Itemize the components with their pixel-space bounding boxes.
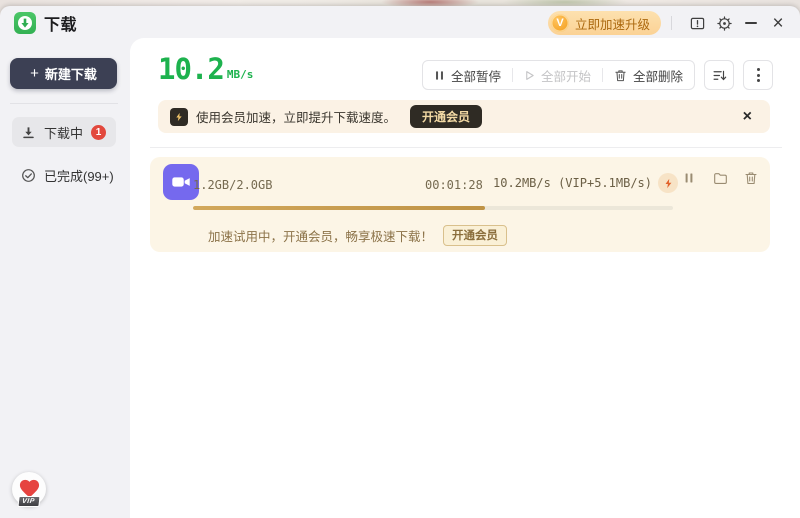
minimize-icon [745,22,757,24]
pause-icon [435,70,443,80]
trash-icon [615,69,626,81]
task-progress-bar [193,206,673,210]
total-speed-value: 10.2 [158,52,225,86]
titlebar-right: V 立即加速升级 × [547,11,790,35]
task-open-folder-button[interactable] [711,169,729,187]
play-icon [526,70,534,80]
main-panel: 10.2 MB/s 全部暂停 全部开始 全部删除 使用会员加速，立即提升下载速度… [130,38,800,518]
task-delete-button[interactable] [742,169,760,187]
pause-icon [685,173,693,183]
task-remaining-time: 00:01:28 [425,178,483,192]
sidebar-item-label: 下载中 [44,125,84,141]
gear-icon [716,15,732,31]
sidebar-item-downloading[interactable]: 下载中 1 [12,117,116,147]
app-window: 下载 V 立即加速升级 × + 新建下载 下载中 1 已完成(99+) VIP … [0,6,800,518]
sidebar-divider [10,103,118,104]
new-download-label: 新建下载 [44,67,97,82]
downloading-count-badge: 1 [91,124,107,140]
vip-v-badge-icon: V [550,14,569,32]
list-toolbar: 全部暂停 全部开始 全部删除 [421,60,773,90]
sidebar: + 新建下载 下载中 1 已完成(99+) VIP [0,38,130,518]
banner-lightning-icon [170,107,188,126]
task-actions [680,169,760,187]
desktop-wallpaper: 下载 V 立即加速升级 × + 新建下载 下载中 1 已完成(99+) VIP … [0,0,800,518]
task-pause-button[interactable] [680,169,698,187]
more-dots-icon [756,68,760,82]
titlebar-divider [671,16,672,30]
banner-open-vip-button[interactable]: 开通会员 [410,105,483,128]
banner-close-button[interactable]: × [739,107,756,127]
delete-all-button[interactable]: 全部删除 [603,61,694,89]
plus-icon: + [30,65,39,82]
upgrade-now-label: 立即加速升级 [574,17,650,32]
total-speed-unit: MB/s [226,68,254,81]
membership-banner: 使用会员加速，立即提升下载速度。 开通会员 × [158,100,770,133]
total-speed: 10.2 MB/s [158,54,253,84]
trial-open-vip-button[interactable]: 开通会员 [443,224,508,246]
sidebar-item-label: 已完成(99+) [44,168,114,184]
start-all-label: 全部开始 [540,69,591,84]
sort-icon [713,70,726,80]
titlebar: 下载 V 立即加速升级 × [0,6,800,40]
banner-message: 使用会员加速，立即提升下载速度。 [196,111,397,125]
close-icon: × [772,12,784,34]
list-divider [150,147,782,148]
pause-all-label: 全部暂停 [450,69,501,84]
downloading-icon [23,126,34,138]
task-progress-fill [193,206,485,210]
vip-tag-badge: VIP [17,496,41,507]
close-button[interactable]: × [766,11,790,35]
feedback-button[interactable] [685,11,709,35]
start-all-button[interactable]: 全部开始 [513,61,602,89]
feedback-icon [690,17,704,29]
check-circle-icon [22,168,35,182]
settings-button[interactable] [712,11,736,35]
vip-heart-button[interactable]: VIP [12,472,46,507]
folder-icon [713,172,727,184]
boost-lightning-icon [658,173,678,193]
trial-message: 加速试用中，开通会员，畅享极速下载！ [208,229,434,244]
task-speed: 10.2MB/s (VIP+5.1MB/s) [493,173,678,193]
upgrade-now-button[interactable]: V 立即加速升级 [547,11,661,35]
task-speed-text: 10.2MB/s (VIP+5.1MB/s) [493,176,652,190]
download-task-row[interactable]: 1.2GB/2.0GB 00:01:28 10.2MB/s (VIP+5.1MB… [150,157,770,252]
sort-button[interactable] [704,60,734,90]
task-size: 1.2GB/2.0GB [193,178,273,192]
app-logo-download-icon [14,12,36,34]
app-identity: 下载 [14,11,77,35]
sidebar-item-completed[interactable]: 已完成(99+) [12,160,116,190]
app-title: 下载 [44,17,78,34]
more-button[interactable] [743,60,773,90]
minimize-button[interactable] [739,11,763,35]
bulk-actions-group: 全部暂停 全部开始 全部删除 [421,60,695,90]
trial-row: 加速试用中，开通会员，畅享极速下载！ 开通会员 [208,223,508,247]
trash-icon [745,172,757,185]
new-download-button[interactable]: + 新建下载 [10,58,117,89]
delete-all-label: 全部删除 [632,69,683,84]
pause-all-button[interactable]: 全部暂停 [423,61,512,89]
